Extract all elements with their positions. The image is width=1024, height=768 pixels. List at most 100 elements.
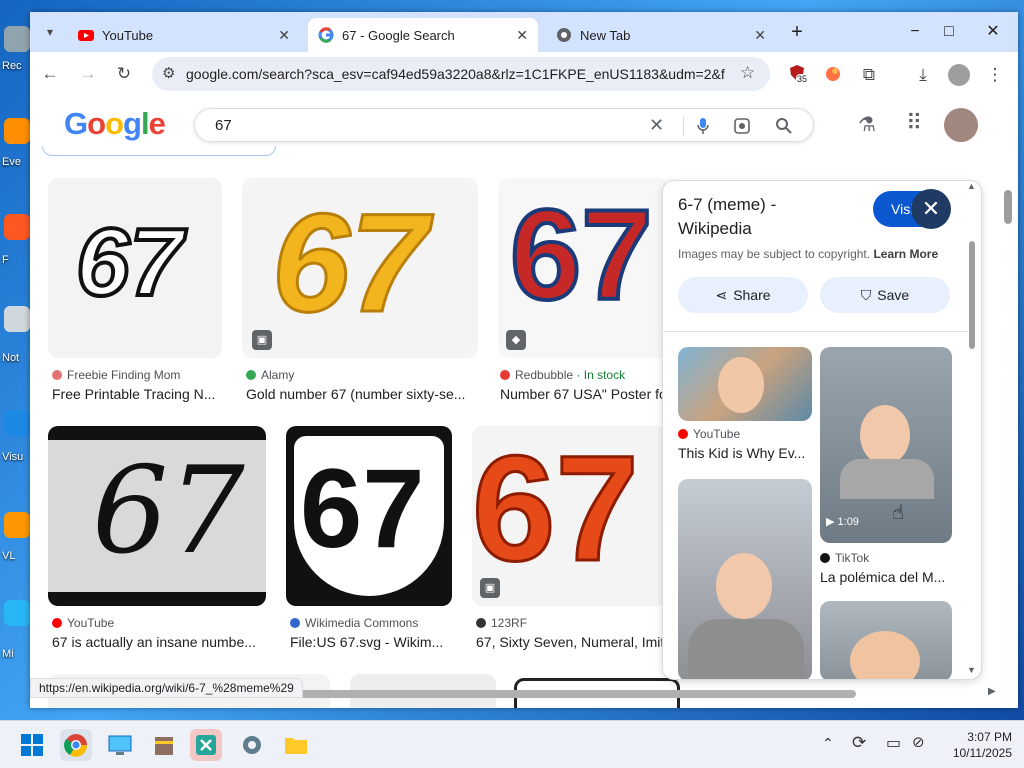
result-source[interactable]: Alamy	[246, 368, 294, 382]
result-title[interactable]: Gold number 67 (number sixty-se...	[246, 386, 478, 402]
gear-icon	[243, 736, 261, 754]
microphone-icon[interactable]	[695, 117, 711, 135]
start-button[interactable]	[16, 729, 48, 761]
result-source[interactable]: Freebie Finding Mom	[52, 368, 180, 382]
back-button[interactable]: ←	[36, 60, 64, 88]
forward-button[interactable]: →	[74, 60, 102, 88]
app-taskbar-button-active[interactable]	[190, 729, 222, 761]
page-scrollbar[interactable]	[1004, 190, 1012, 224]
labs-flask-icon[interactable]: ⚗	[858, 112, 876, 137]
result-image[interactable]: 67 ◆	[498, 178, 668, 358]
control-panel-button[interactable]	[104, 729, 136, 761]
related-image[interactable]	[678, 347, 812, 421]
update-icon[interactable]: ⟳	[852, 733, 866, 753]
result-source[interactable]: Wikimedia Commons	[290, 616, 418, 630]
result-title[interactable]: Number 67 USA" Poster fo	[500, 386, 664, 402]
extensions-button[interactable]: ⧉	[858, 64, 880, 86]
file-explorer-button[interactable]	[280, 729, 312, 761]
related-title[interactable]: La polémica del M...	[820, 569, 952, 585]
minimize-button[interactable]: −	[900, 20, 930, 44]
chevron-down-icon: ▾	[46, 25, 54, 39]
site-favicon	[52, 618, 62, 628]
chevron-up-icon[interactable]: ⌃	[822, 735, 834, 752]
result-title[interactable]: 67 is actually an insane numbe...	[52, 634, 266, 650]
result-title[interactable]: Free Printable Tracing N...	[52, 386, 226, 402]
result-image[interactable]: 67 ▣	[242, 178, 478, 358]
close-icon[interactable]: ✕	[516, 27, 528, 44]
panel-scrollbar[interactable]	[969, 241, 975, 349]
desktop-icon-7[interactable]	[4, 600, 30, 626]
apps-grid-icon[interactable]: ⠿	[906, 110, 922, 136]
window-close-button[interactable]: ✕	[978, 20, 1008, 44]
desktop-icon-2[interactable]	[4, 118, 30, 144]
face-shape	[850, 631, 920, 679]
menu-button[interactable]: ⋮	[984, 64, 1006, 86]
extension-icon-2[interactable]	[822, 64, 844, 86]
panel-close-button[interactable]: ✕	[911, 189, 951, 229]
desktop-icon-5[interactable]	[4, 410, 30, 436]
tab-youtube[interactable]: YouTube ✕	[68, 18, 300, 52]
site-info-icon[interactable]: ⚙	[162, 64, 175, 82]
network-icon[interactable]: ⊘	[912, 733, 925, 751]
related-source[interactable]: TikTok	[820, 551, 869, 565]
result-source[interactable]: YouTube	[52, 616, 114, 630]
bookmark-star-icon[interactable]: ☆	[740, 63, 755, 83]
scroll-right-icon[interactable]: ▶	[988, 686, 996, 697]
related-image[interactable]	[820, 601, 952, 679]
share-button[interactable]: ⋖ Share	[678, 277, 808, 313]
account-avatar[interactable]	[944, 108, 978, 142]
filter-chip-edge[interactable]	[42, 146, 276, 156]
close-icon[interactable]: ✕	[754, 27, 766, 44]
search-input[interactable]: 67	[215, 117, 232, 134]
result-title[interactable]: 67, Sixty Seven, Numeral, Imit	[476, 634, 664, 650]
clear-icon[interactable]: ✕	[649, 115, 664, 136]
scroll-up-icon[interactable]: ▲	[967, 181, 976, 191]
tab-search-button[interactable]: ▾	[36, 18, 64, 46]
google-logo[interactable]: Google	[64, 106, 166, 142]
desktop-label: F	[2, 254, 9, 266]
search-icon[interactable]	[775, 117, 793, 135]
related-video-thumbnail[interactable]: ▶ 1:09	[820, 347, 952, 543]
extension-icon[interactable]: 35	[786, 64, 809, 86]
related-image[interactable]	[678, 479, 812, 679]
result-image[interactable]: 67	[48, 426, 266, 606]
copyright-text: Images may be subject to copyright.	[678, 247, 871, 261]
desktop-icon-3[interactable]	[4, 214, 30, 240]
result-title[interactable]: File:US 67.svg - Wikim...	[290, 634, 452, 650]
desktop-icon-6[interactable]	[4, 512, 30, 538]
clock[interactable]: 3:07 PM 10/11/2025	[942, 729, 1012, 761]
desktop-icon-recycle[interactable]	[4, 26, 30, 52]
camera-lens-icon[interactable]	[733, 117, 751, 135]
tab-google-search[interactable]: 67 - Google Search ✕	[308, 18, 538, 52]
related-title[interactable]: This Kid is Why Ev...	[678, 445, 812, 461]
learn-more-link[interactable]: Learn More	[873, 247, 938, 261]
maximize-button[interactable]: □	[934, 20, 964, 44]
result-image[interactable]: 67	[48, 178, 222, 358]
address-bar[interactable]: ⚙ google.com/search?sca_esv=caf94ed59a32…	[152, 57, 770, 91]
result-image[interactable]: 67 ▣	[472, 426, 668, 606]
new-tab-button[interactable]: +	[782, 20, 812, 44]
downloads-button[interactable]: ⤓	[912, 64, 934, 86]
folder-icon	[285, 738, 307, 754]
search-page: Google 67 ✕ ⚗ ⠿ 67 Freebie Finding Mom F…	[30, 96, 1018, 708]
reload-button[interactable]: ↻	[110, 60, 138, 88]
desktop-icon-4[interactable]	[4, 306, 30, 332]
close-icon[interactable]: ✕	[278, 27, 290, 44]
result-image[interactable]: 67	[286, 426, 452, 606]
desktop-label: Visu	[2, 451, 24, 463]
tab-new-tab[interactable]: New Tab ✕	[546, 18, 776, 52]
save-button[interactable]: ⛉ Save	[820, 277, 950, 313]
result-source[interactable]: 123RF	[476, 616, 527, 630]
desktop-label: Not	[2, 352, 20, 364]
scroll-down-icon[interactable]: ▼	[967, 665, 976, 675]
archive-app-button[interactable]	[148, 729, 180, 761]
horizontal-scrollbar[interactable]	[226, 690, 856, 698]
search-box[interactable]: 67 ✕	[194, 108, 814, 142]
settings-taskbar-button[interactable]	[236, 729, 268, 761]
result-source[interactable]: Redbubble · In stock	[500, 368, 625, 382]
panel-title[interactable]: 6-7 (meme) - Wikipedia	[678, 193, 776, 241]
profile-avatar[interactable]	[948, 64, 970, 86]
related-source[interactable]: YouTube	[678, 427, 740, 441]
chrome-taskbar-button[interactable]	[60, 729, 92, 761]
display-icon[interactable]: ▭	[886, 733, 901, 753]
